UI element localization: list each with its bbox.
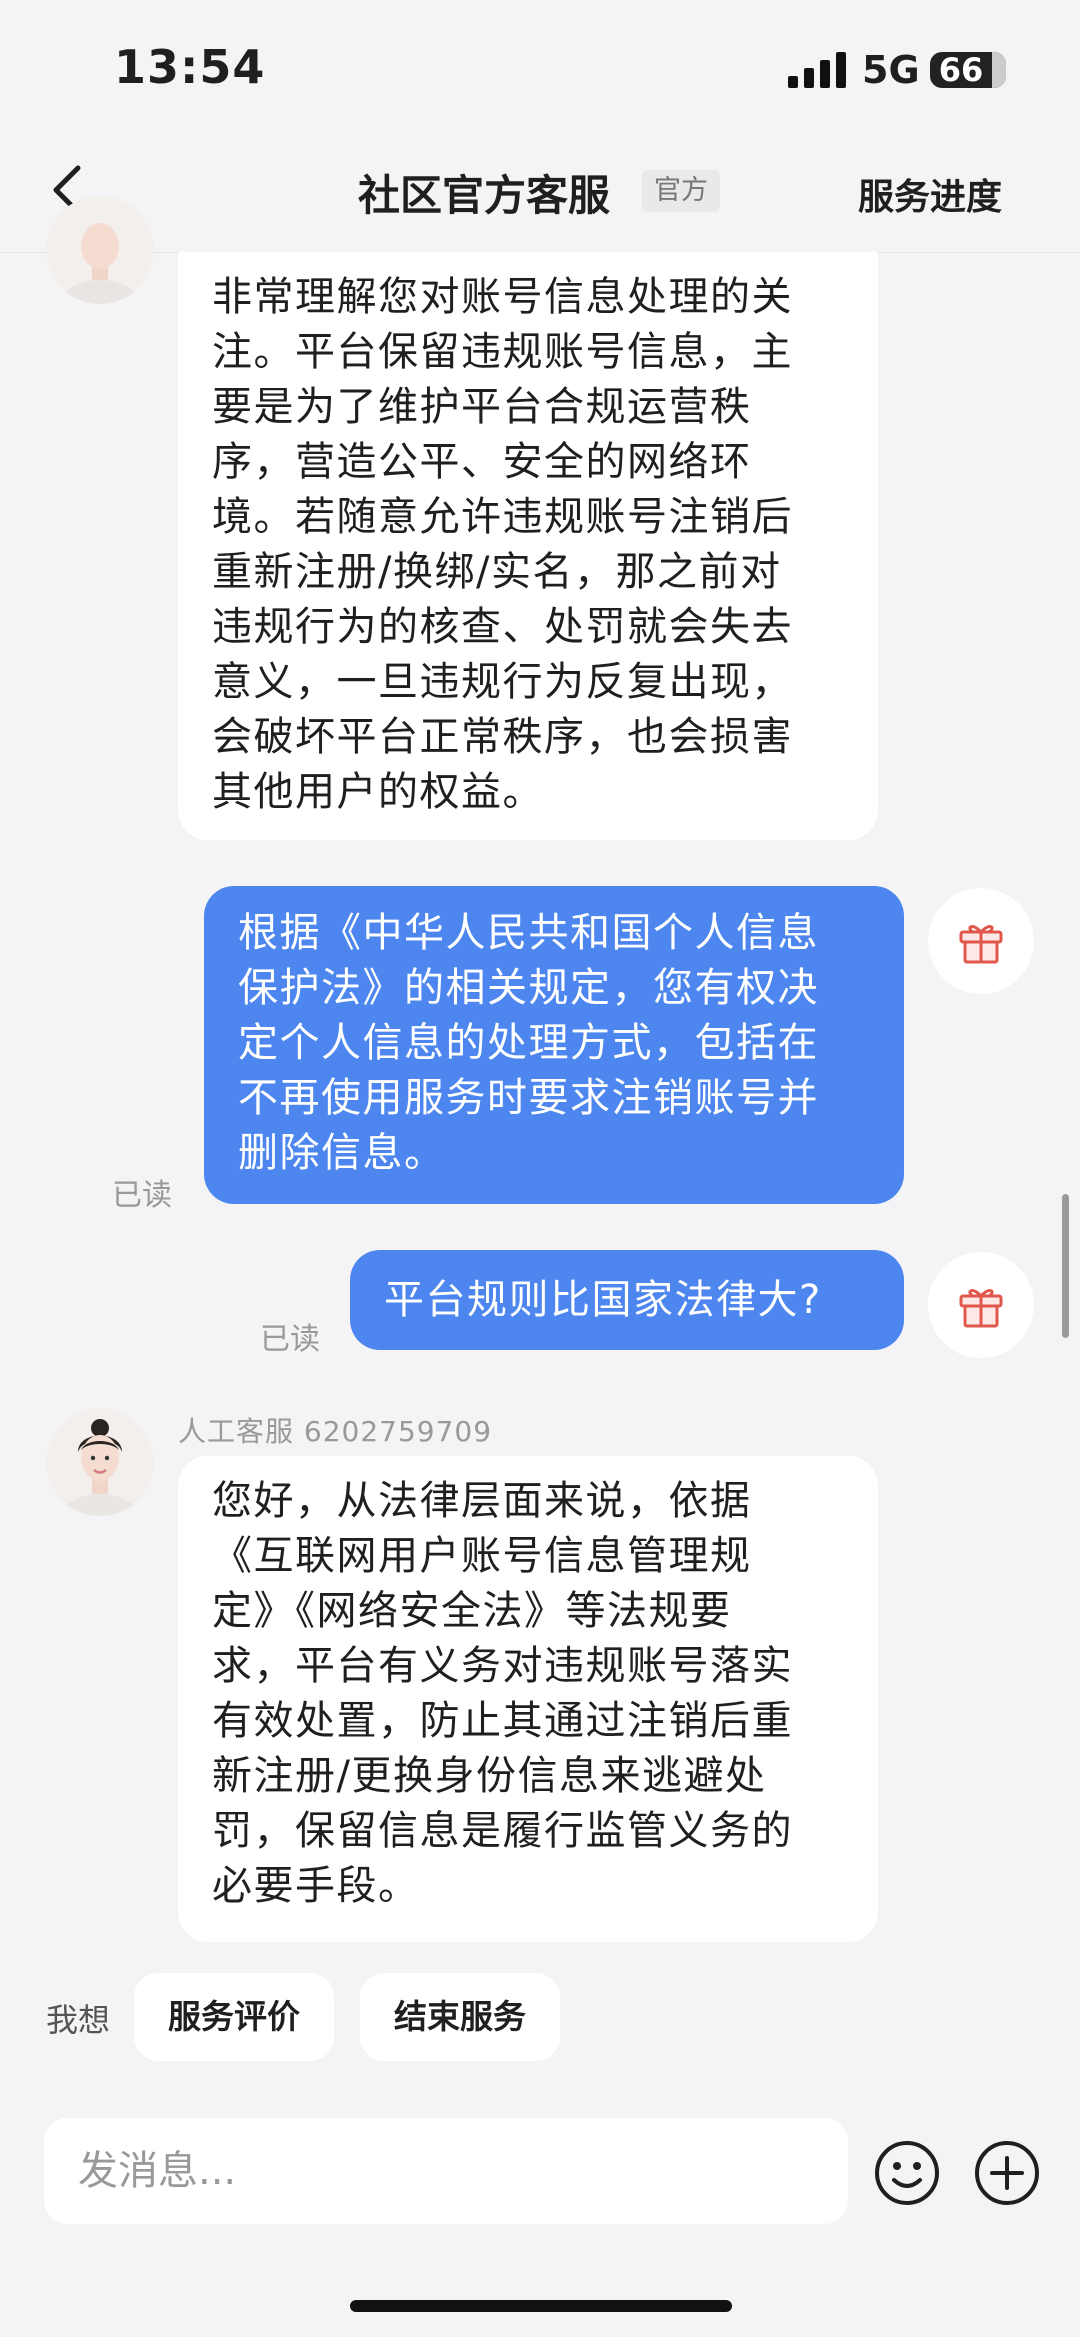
service-rating-button[interactable]: 服务评价 <box>134 1973 334 2061</box>
status-time: 13:54 <box>114 40 266 94</box>
user-message-bubble: 平台规则比国家法律大? <box>350 1250 904 1350</box>
message-line: 罚，保留信息是履行监管义务的 <box>212 1808 793 1854</box>
message-line: 会破坏平台正常秩序，也会损害 <box>212 714 793 760</box>
user-avatar[interactable] <box>928 888 1034 994</box>
network-type: 5G <box>862 48 920 92</box>
gift-icon <box>959 1289 1003 1328</box>
message-line: 违规行为的核查、处罚就会失去 <box>212 604 793 650</box>
message-input[interactable]: 发消息... <box>44 2118 848 2224</box>
nav-bar: 社区官方客服 官方 服务进度 <box>0 130 1080 253</box>
message-line: 意义，一旦违规行为反复出现， <box>212 659 793 705</box>
scrollbar[interactable] <box>1062 1194 1069 1338</box>
status-bar: 13:54 5G 66 <box>0 0 1080 130</box>
message-line: 非常理解您对账号信息处理的关 <box>212 274 793 320</box>
message-line: 境。若随意允许违规账号注销后 <box>212 494 793 540</box>
message-line: 不再使用服务时要求注销账号并 <box>238 1075 819 1121</box>
battery-icon: 66 <box>930 52 1006 88</box>
agent-avatar[interactable] <box>46 196 154 304</box>
read-status: 已读 <box>112 1178 172 1213</box>
user-avatar[interactable] <box>928 1252 1034 1358</box>
message-line: 要是为了维护平台合规运营秩 <box>212 384 752 430</box>
official-badge: 官方 <box>642 170 720 212</box>
message-line: 重新注册/换绑/实名，那之前对 <box>212 549 782 595</box>
message-line: 保护法》的相关规定，您有权决 <box>238 965 819 1011</box>
message-text: 平台规则比国家法律大? <box>384 1277 822 1323</box>
message-line: 求，平台有义务对违规账号落实 <box>212 1643 793 1689</box>
add-icon[interactable] <box>972 2138 1042 2208</box>
quick-actions-label: 我想 <box>46 2001 111 2039</box>
agent-avatar[interactable] <box>46 1408 154 1516</box>
message-line: 有效处置，防止其通过注销后重 <box>212 1698 793 1744</box>
agent-name: 人工客服 6202759709 <box>178 1415 493 1448</box>
message-line: 定个人信息的处理方式，包括在 <box>238 1020 819 1066</box>
message-line: 必要手段。 <box>212 1863 420 1909</box>
page-title: 社区官方客服 <box>358 171 611 220</box>
message-line: 新注册/更换身份信息来逃避处 <box>212 1753 767 1799</box>
home-indicator[interactable] <box>350 2300 732 2312</box>
gift-icon <box>959 925 1003 964</box>
message-line: 注。平台保留违规账号信息，主 <box>212 329 793 375</box>
message-line: 删除信息。 <box>238 1130 446 1176</box>
signal-icon <box>788 52 846 88</box>
end-service-button[interactable]: 结束服务 <box>360 1973 560 2061</box>
input-area: 发消息... <box>0 2078 1080 2337</box>
quick-actions-bar: 我想 服务评价 结束服务 <box>0 1955 1080 2065</box>
user-message-bubble: 根据《中华人民共和国个人信息 保护法》的相关规定，您有权决 定个人信息的处理方式… <box>204 886 904 1204</box>
message-line: 您好，从法律层面来说，依据 <box>212 1478 752 1524</box>
read-status: 已读 <box>260 1322 320 1357</box>
message-line: 《互联网用户账号信息管理规 <box>212 1533 752 1579</box>
emoji-icon[interactable] <box>872 2138 942 2208</box>
agent-message-bubble: 您好，从法律层面来说，依据 《互联网用户账号信息管理规 定》《网络安全法》等法规… <box>178 1456 878 1942</box>
service-progress-button[interactable]: 服务进度 <box>858 168 1002 220</box>
message-line: 其他用户的权益。 <box>212 769 544 815</box>
message-line: 序，营造公平、安全的网络环 <box>212 439 752 485</box>
message-line: 根据《中华人民共和国个人信息 <box>238 910 819 956</box>
battery-level: 66 <box>938 51 984 89</box>
agent-message-bubble: 非常理解您对账号信息处理的关 注。平台保留违规账号信息，主 要是为了维护平台合规… <box>178 252 878 840</box>
message-line: 定》《网络安全法》等法规要 <box>212 1588 732 1634</box>
